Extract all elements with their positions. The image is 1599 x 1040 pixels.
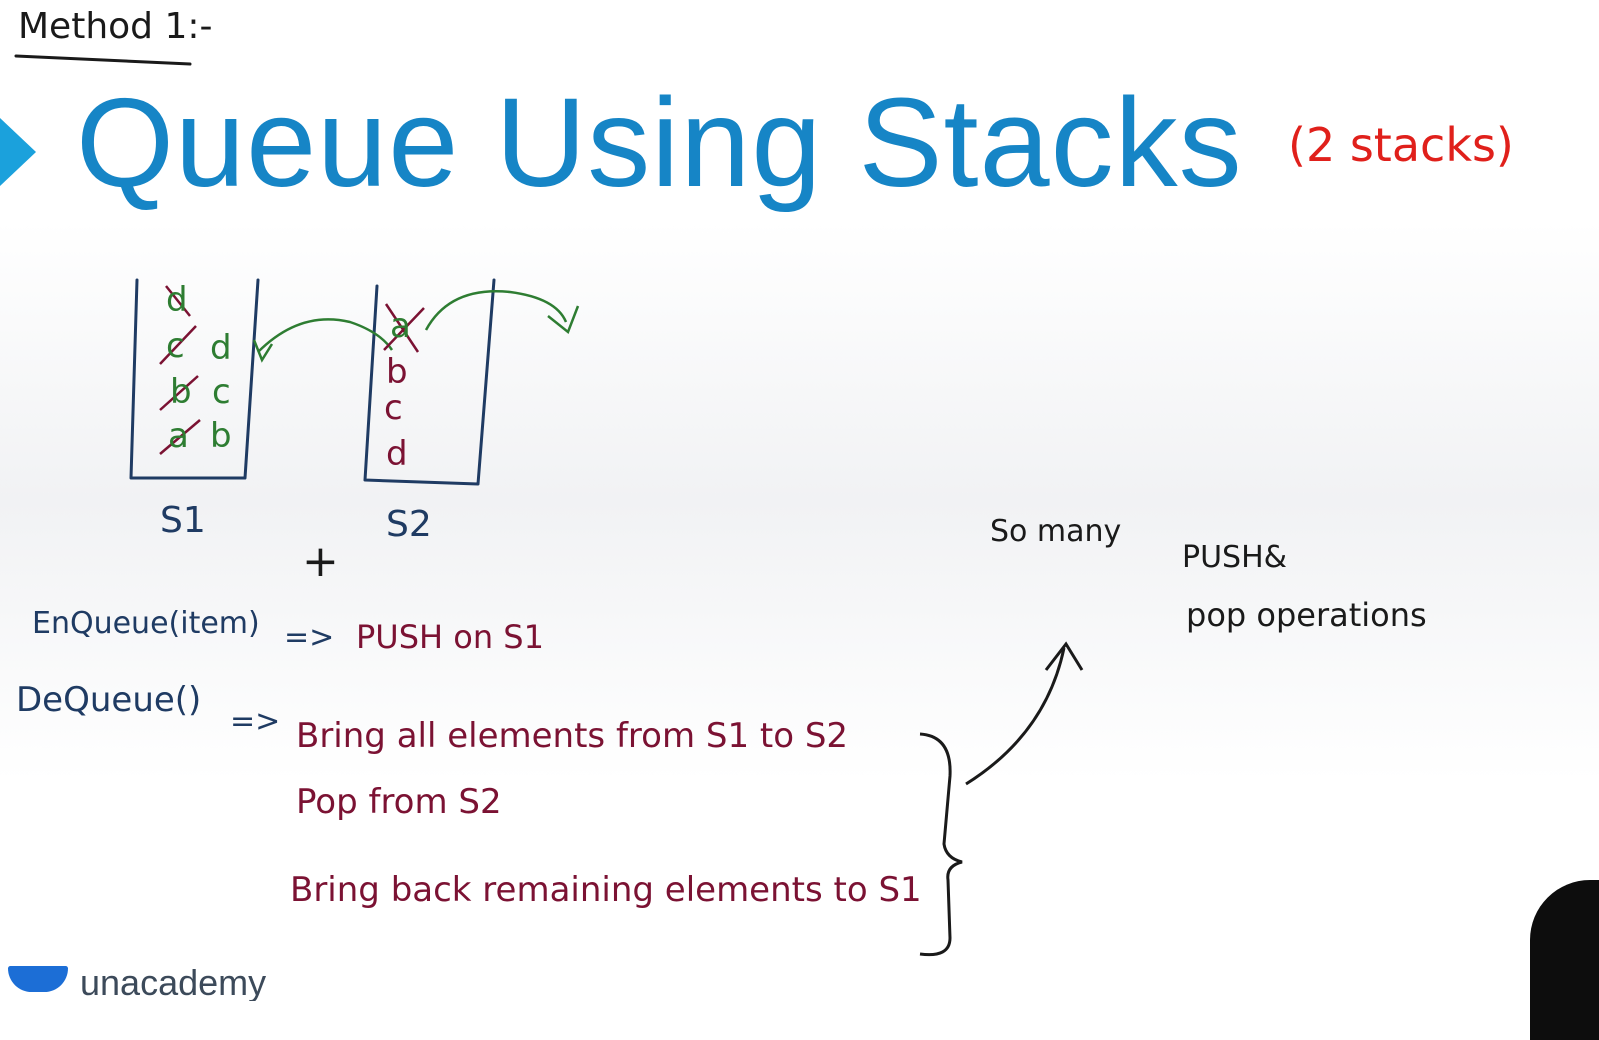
note-arrow <box>965 647 1066 786</box>
note-line-1a: So many <box>990 514 1122 549</box>
s1-item-crossed-c: c <box>166 326 185 366</box>
note-arrowhead <box>1044 641 1084 671</box>
brand-name: unacademy <box>80 962 267 1001</box>
s1-item-crossed-b: b <box>170 372 192 412</box>
s2-item-crossed-a: a <box>390 306 411 346</box>
dequeue-label: DeQueue() <box>16 680 202 720</box>
stack-s2-label: S2 <box>386 504 432 545</box>
s1-item-crossed-d: d <box>166 280 188 320</box>
s1-item-b: b <box>210 416 232 456</box>
pop-arrowhead-s2 <box>547 305 580 335</box>
method-underline <box>14 54 192 66</box>
note-line-2: pop operations <box>1186 596 1427 634</box>
enqueue-arrow: => <box>284 620 335 655</box>
drawing-layer <box>14 54 1084 957</box>
s1-item-c: c <box>212 372 231 412</box>
presenter-silhouette <box>1530 880 1599 1040</box>
enqueue-action: PUSH on S1 <box>356 618 544 656</box>
s2-item-d: d <box>386 434 408 474</box>
plus-sign: + <box>302 536 339 587</box>
dequeue-step-2: Pop from S2 <box>296 782 502 822</box>
pop-arrow-s2 <box>424 290 568 331</box>
brand-mark-icon <box>8 966 68 992</box>
note-line-1b: PUSH& <box>1182 540 1288 575</box>
enqueue-label: EnQueue(item) <box>32 606 260 641</box>
dequeue-arrow: => <box>230 704 281 739</box>
stack-s1-label: S1 <box>160 500 206 541</box>
s2-item-b: b <box>386 352 408 392</box>
brand-logo: unacademy <box>6 962 306 1001</box>
dequeue-step-1: Bring all elements from S1 to S2 <box>296 716 849 756</box>
s1-item-crossed-a: a <box>168 416 189 456</box>
stack-s2-outline <box>363 278 496 486</box>
s1-item-d: d <box>210 328 232 368</box>
s2-item-c: c <box>384 388 403 428</box>
brace <box>919 732 963 957</box>
dequeue-step-3: Bring back remaining elements to S1 <box>290 870 922 910</box>
